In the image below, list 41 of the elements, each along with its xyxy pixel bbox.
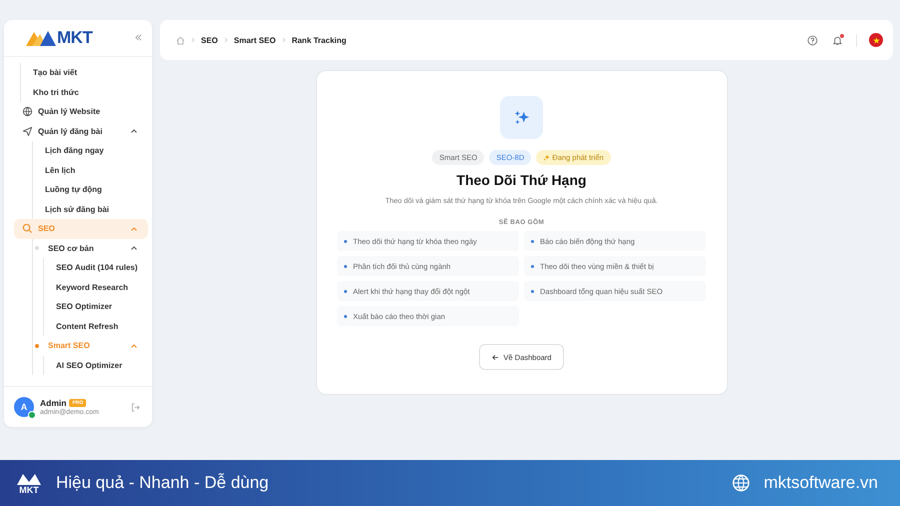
chevron-icon: [191, 37, 195, 43]
help-icon[interactable]: [807, 34, 818, 46]
user-avatar: A: [14, 397, 34, 417]
logo-icon: [16, 472, 42, 486]
globe-icon: [22, 106, 33, 118]
logo-text: MKT: [19, 486, 39, 494]
sparkle-icon: [543, 154, 550, 161]
sidebar-item[interactable]: SEO cơ bản: [33, 238, 148, 258]
sidebar-item[interactable]: Content Refresh: [44, 316, 148, 336]
sparkle-icon: [500, 96, 543, 139]
sidebar-item[interactable]: Lịch sử đăng bài: [33, 200, 148, 219]
chevron-icon: [224, 37, 228, 43]
sidebar-item[interactable]: SEO Audit (104 rules): [44, 258, 148, 278]
sidebar-item[interactable]: Quản lý đăng bài: [14, 122, 148, 141]
user-name: Admin: [40, 398, 66, 408]
website-text: mktsoftware.vn: [764, 473, 878, 493]
arrow-left-icon: [492, 354, 499, 360]
tree-dot: [35, 344, 39, 348]
sidebar-item[interactable]: Keyword Research: [44, 278, 148, 297]
flag-icon[interactable]: [869, 33, 883, 47]
globe-icon: [732, 474, 750, 492]
sidebar-item[interactable]: Tạo bài viết: [21, 63, 148, 82]
logo-text: MKT: [57, 28, 92, 48]
sidebar-item[interactable]: Kho tri thức: [21, 82, 148, 102]
send-icon: [22, 126, 33, 137]
notification-icon[interactable]: [832, 34, 843, 46]
search-icon: [22, 223, 33, 234]
card-title: Theo Dõi Thứ Hạng: [456, 172, 586, 188]
sidebar-item[interactable]: Lên lịch: [33, 160, 148, 180]
slogan-text: Hiệu quả - Nhanh - Dễ dùng: [56, 473, 270, 493]
sidebar-item[interactable]: Quản lý Website: [14, 102, 148, 122]
chevron-icon: [282, 37, 286, 43]
breadcrumb-link[interactable]: Rank Tracking: [292, 36, 346, 44]
collapse-icon[interactable]: [135, 32, 142, 44]
sidebar-item[interactable]: Lịch đăng ngay: [33, 141, 148, 160]
sidebar-item[interactable]: AI SEO Optimizer: [44, 356, 148, 375]
breadcrumb-link[interactable]: Smart SEO: [234, 36, 276, 44]
sidebar-item[interactable]: Luồng tự động: [33, 180, 148, 200]
sidebar-item[interactable]: SEO Optimizer: [44, 297, 148, 316]
tree-dot: [35, 246, 39, 250]
breadcrumb-link[interactable]: SEO: [201, 36, 218, 44]
